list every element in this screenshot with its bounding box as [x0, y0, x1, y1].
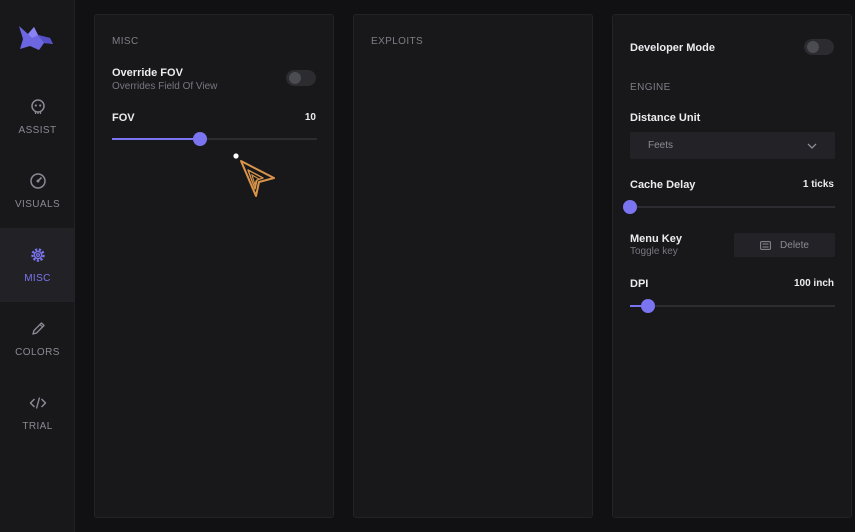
- distance-unit-dropdown[interactable]: Feets: [630, 132, 835, 159]
- toggle-knob: [807, 41, 819, 53]
- slider-track: [630, 206, 835, 208]
- fov-value: 10: [304, 112, 316, 123]
- sidebar-item-label: VISUALS: [14, 199, 61, 210]
- sidebar-item-assist[interactable]: ASSIST: [0, 80, 75, 154]
- sidebar-item-label: ASSIST: [18, 125, 57, 136]
- visuals-icon: [29, 173, 46, 189]
- cache-delay-slider[interactable]: [623, 200, 835, 214]
- sidebar-item-label: TRIAL: [22, 421, 53, 432]
- sidebar-item-visuals[interactable]: VISUALS: [0, 154, 75, 228]
- slider-thumb[interactable]: [623, 200, 637, 214]
- slider-thumb[interactable]: [193, 132, 208, 146]
- sidebar-item-label: MISC: [24, 273, 51, 284]
- developer-mode-label: Developer Mode: [630, 42, 715, 54]
- settings-panel: Developer Mode ENGINE Distance Unit Feet…: [612, 14, 852, 518]
- code-icon: [29, 397, 46, 409]
- engine-section-title: ENGINE: [630, 82, 671, 93]
- pencil-icon: [31, 322, 45, 335]
- mouse-cursor-icon: [233, 153, 275, 197]
- developer-mode-toggle[interactable]: [804, 39, 834, 55]
- distance-unit-label: Distance Unit: [630, 112, 701, 124]
- fov-slider[interactable]: [112, 132, 317, 146]
- override-fov-description: Overrides Field Of View: [112, 81, 218, 92]
- override-fov-label: Override FOV: [112, 67, 183, 79]
- cache-delay-label: Cache Delay: [630, 179, 696, 191]
- keyboard-icon: [760, 240, 771, 250]
- dpi-value: 100 inch: [793, 278, 834, 289]
- menu-key-label: Menu Key: [630, 233, 682, 245]
- exploits-panel: EXPLOITS: [353, 14, 593, 518]
- section-title: EXPLOITS: [371, 36, 424, 47]
- slider-fill: [112, 138, 201, 140]
- dpi-label: DPI: [630, 278, 649, 290]
- chevron-down-icon: [807, 143, 817, 149]
- misc-panel: MISC Override FOV Overrides Field Of Vie…: [94, 14, 334, 518]
- section-title: MISC: [112, 36, 139, 47]
- menu-key-button[interactable]: Delete: [734, 233, 835, 257]
- dropdown-value: Feets: [648, 140, 674, 151]
- menu-key-description: Toggle key: [630, 246, 678, 257]
- cache-delay-value: 1 ticks: [802, 179, 834, 190]
- wolf-logo-icon: [19, 26, 53, 50]
- dpi-slider[interactable]: [630, 299, 835, 313]
- sidebar-item-trial[interactable]: TRIAL: [0, 376, 75, 450]
- gear-icon: [30, 248, 45, 262]
- sidebar-item-misc[interactable]: MISC: [0, 228, 75, 302]
- fov-label: FOV: [112, 112, 135, 124]
- toggle-knob: [289, 72, 301, 84]
- override-fov-toggle[interactable]: [286, 70, 316, 86]
- menu-key-button-label: Delete: [780, 239, 809, 251]
- assist-icon: [30, 99, 45, 114]
- slider-thumb[interactable]: [641, 299, 656, 313]
- sidebar-item-colors[interactable]: COLORS: [0, 302, 75, 376]
- slider-track: [630, 305, 835, 307]
- sidebar-item-label: COLORS: [15, 347, 60, 358]
- sidebar: ASSIST VISUALS MISC COLORS TRIAL: [0, 0, 75, 532]
